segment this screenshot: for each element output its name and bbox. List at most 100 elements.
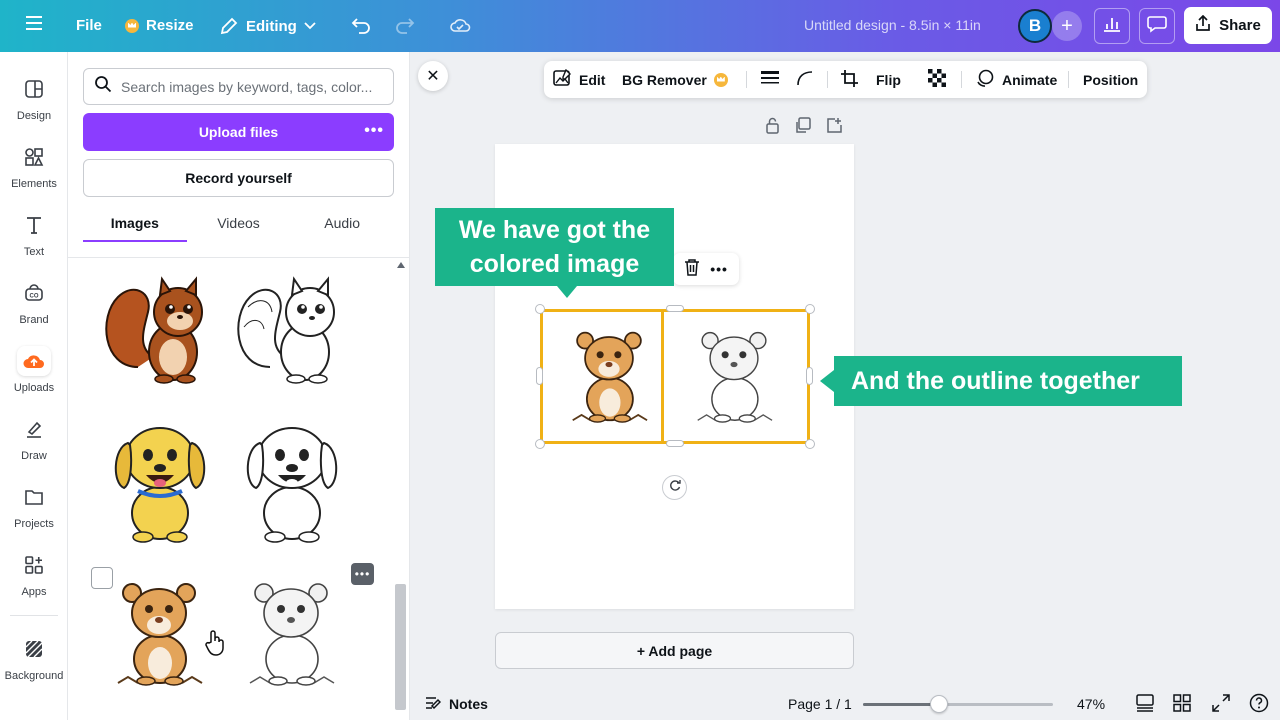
rail-item-design[interactable]: Design	[0, 74, 68, 122]
upload-files-button[interactable]: Upload files •••	[83, 113, 394, 151]
rail-item-background[interactable]: Background	[0, 634, 68, 682]
corner-rounding-button[interactable]	[796, 61, 814, 98]
scrollbar-thumb[interactable]	[395, 584, 406, 710]
resize-button[interactable]: Resize	[125, 17, 194, 34]
rail-item-brand[interactable]: CO Brand	[0, 278, 68, 326]
resize-handle-top-left[interactable]	[535, 304, 545, 314]
rail-label-text: Text	[23, 246, 45, 258]
search-field[interactable]	[83, 68, 394, 105]
resize-handle-bottom-right[interactable]	[805, 439, 815, 449]
notes-button[interactable]: Notes	[425, 688, 488, 720]
rail-label-apps: Apps	[21, 586, 47, 598]
panel-scrollbar[interactable]	[394, 258, 406, 720]
rail-item-projects[interactable]: Projects	[0, 482, 68, 530]
fullscreen-button[interactable]	[1212, 688, 1230, 720]
toolbar-separator	[827, 71, 828, 88]
rail-item-apps[interactable]: Apps	[0, 550, 68, 598]
more-options-icon[interactable]: •••	[364, 122, 384, 140]
undo-icon	[351, 16, 371, 34]
flip-button[interactable]: Flip	[876, 61, 901, 98]
close-icon: ✕	[426, 68, 440, 85]
rail-item-text[interactable]: Text	[0, 210, 68, 258]
page-indicator[interactable]: Page 1 / 1	[788, 688, 852, 720]
rail-label-elements: Elements	[11, 178, 57, 190]
save-status-button[interactable]	[449, 16, 471, 34]
resize-handle-bottom-left[interactable]	[535, 439, 545, 449]
bg-remover-button[interactable]: BG Remover	[622, 61, 728, 98]
comments-button[interactable]	[1139, 8, 1175, 44]
search-input[interactable]	[121, 78, 381, 95]
rotate-handle[interactable]	[662, 475, 687, 500]
toolbar-separator	[746, 71, 747, 88]
tab-videos[interactable]: Videos	[187, 212, 291, 242]
transparency-checker-icon	[928, 69, 946, 90]
record-yourself-button[interactable]: Record yourself	[83, 159, 394, 197]
trash-icon[interactable]	[684, 258, 700, 281]
file-menu[interactable]: File	[76, 17, 102, 34]
rail-label-design: Design	[16, 110, 52, 122]
projects-icon	[17, 482, 51, 512]
resize-handle-bottom[interactable]	[666, 440, 684, 447]
share-label: Share	[1219, 17, 1261, 34]
resize-handle-top[interactable]	[666, 305, 684, 312]
thumbnail-puppy-colored[interactable]	[98, 413, 220, 543]
menu-button[interactable]	[26, 16, 42, 30]
scroll-up-arrow-icon[interactable]	[397, 262, 405, 268]
animate-button[interactable]: Animate	[975, 61, 1057, 98]
resize-handle-right[interactable]	[806, 367, 813, 385]
rail-label-uploads: Uploads	[13, 382, 55, 394]
resize-handle-left[interactable]	[536, 367, 543, 385]
undo-button[interactable]	[351, 16, 371, 34]
rail-item-elements[interactable]: Elements	[0, 142, 68, 190]
add-page-icon[interactable]	[826, 117, 843, 139]
help-button[interactable]	[1249, 688, 1269, 720]
thumbnail-more-button[interactable]: •••	[351, 563, 374, 585]
thumbnail-puppy-outline[interactable]	[230, 413, 352, 543]
edit-image-button[interactable]: Edit	[553, 61, 605, 98]
annotation-callout-colored: We have got the colored image	[435, 208, 674, 298]
grid-view-button[interactable]	[1173, 688, 1191, 720]
lock-page-icon[interactable]	[765, 117, 780, 139]
invite-button[interactable]: +	[1052, 11, 1082, 41]
redo-button[interactable]	[395, 16, 415, 34]
border-style-button[interactable]	[761, 61, 779, 98]
crop-button[interactable]	[840, 61, 859, 98]
close-panel-button[interactable]: ✕	[418, 61, 448, 91]
uploads-panel: Upload files ••• Record yourself Images …	[68, 52, 410, 720]
zoom-slider-knob[interactable]	[930, 695, 948, 713]
resize-handle-top-right[interactable]	[805, 304, 815, 314]
more-options-icon[interactable]: •••	[710, 261, 728, 277]
crown-icon	[713, 72, 728, 87]
rotate-icon	[668, 478, 682, 497]
select-checkbox[interactable]	[91, 567, 113, 589]
add-page-button[interactable]: + Add page	[495, 632, 854, 669]
zoom-slider-fill	[863, 703, 939, 706]
annotation-callout-outline: And the outline together	[820, 356, 1182, 406]
help-icon	[1249, 693, 1269, 716]
duplicate-page-icon[interactable]	[794, 117, 812, 139]
thumbnail-squirrel-colored[interactable]	[98, 257, 220, 387]
more-icon: •••	[354, 567, 371, 581]
thumbnail-lion-cub-outline[interactable]	[230, 577, 352, 707]
editing-mode-dropdown[interactable]: Editing	[219, 16, 316, 36]
position-button[interactable]: Position	[1083, 61, 1138, 98]
tab-images[interactable]: Images	[83, 212, 187, 242]
corner-rounding-icon	[796, 70, 814, 89]
avatar[interactable]: B	[1018, 9, 1052, 43]
tab-audio[interactable]: Audio	[290, 212, 394, 242]
thumbnail-squirrel-outline[interactable]	[230, 257, 352, 387]
design-title[interactable]: Untitled design - 8.5in × 11in	[804, 17, 981, 33]
comment-icon	[1147, 15, 1167, 38]
crown-icon	[125, 18, 139, 33]
insights-button[interactable]	[1094, 8, 1130, 44]
rail-item-uploads[interactable]: Uploads	[0, 346, 68, 394]
selection-frame[interactable]	[540, 309, 810, 444]
share-button[interactable]: Share	[1184, 7, 1272, 44]
zoom-slider[interactable]	[863, 695, 1053, 713]
thumbnail-lion-cub-colored[interactable]	[98, 577, 220, 707]
resize-label: Resize	[146, 17, 194, 34]
page-view-button[interactable]	[1135, 688, 1155, 720]
zoom-level[interactable]: 47%	[1077, 688, 1105, 720]
rail-item-draw[interactable]: Draw	[0, 414, 68, 462]
transparency-button[interactable]	[928, 61, 946, 98]
